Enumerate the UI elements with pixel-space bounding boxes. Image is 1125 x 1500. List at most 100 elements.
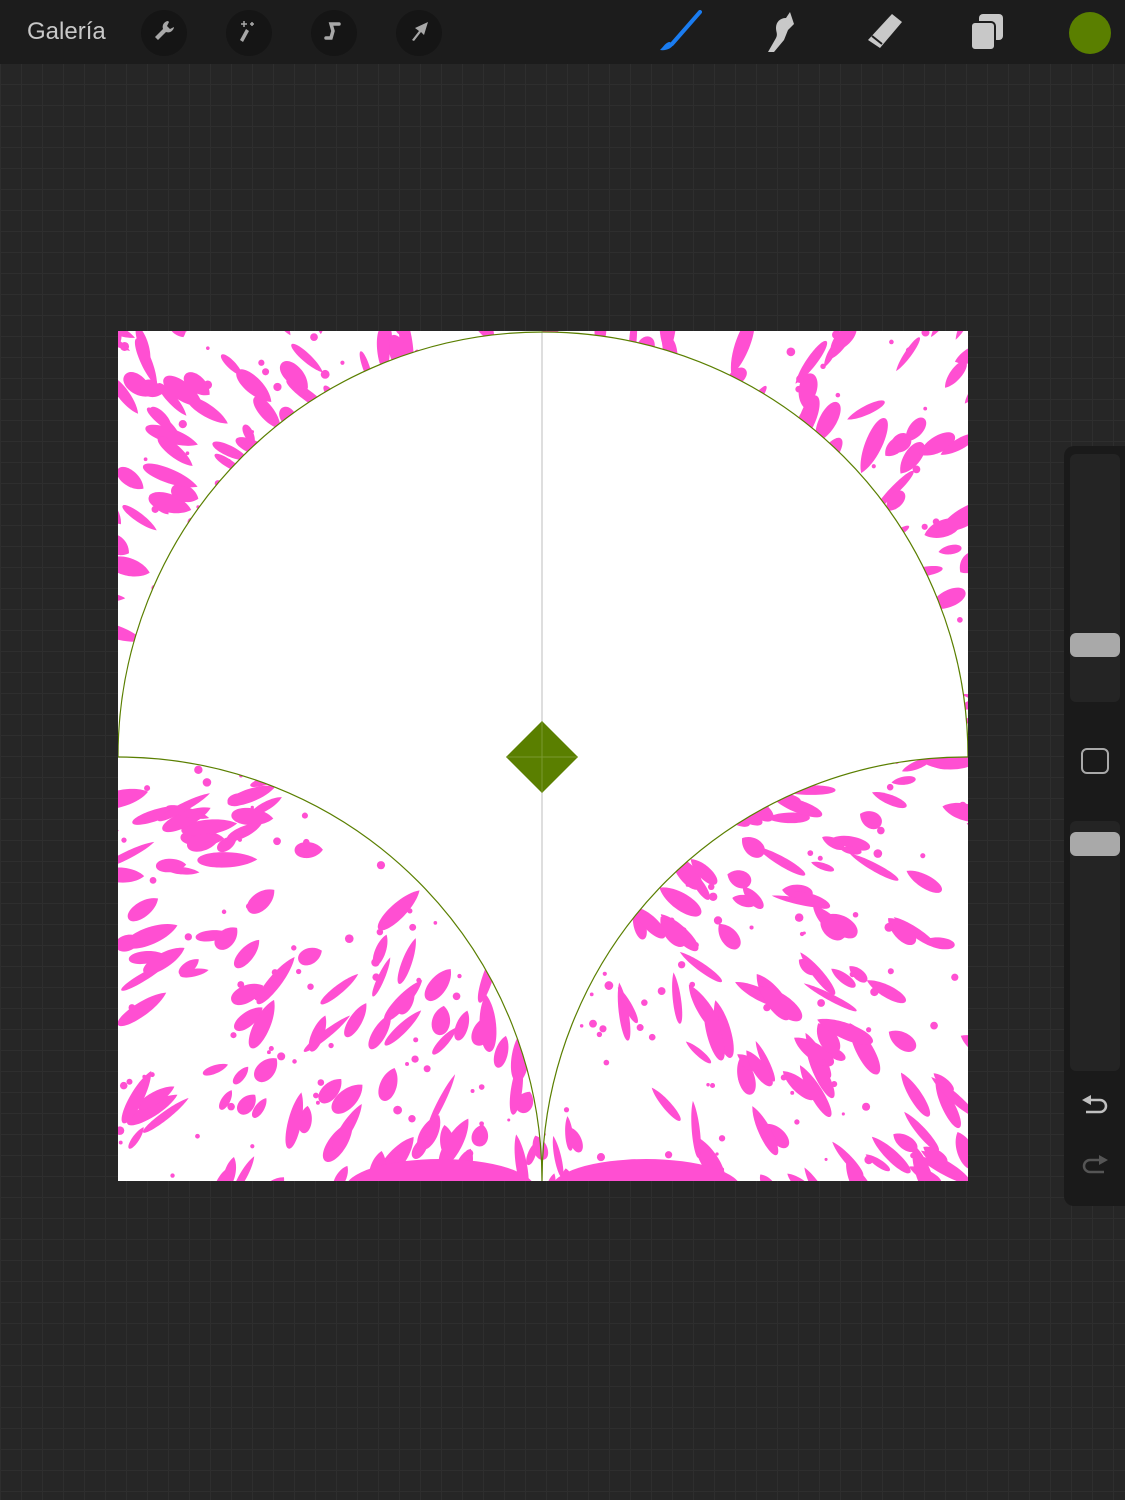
dot [277, 1052, 286, 1061]
dot [579, 1024, 584, 1028]
dot [250, 1144, 255, 1149]
eraser-button[interactable] [862, 12, 906, 56]
dot [237, 981, 245, 988]
dot [411, 1055, 419, 1063]
dot [121, 837, 127, 843]
dot [292, 1059, 297, 1064]
dot [807, 850, 814, 857]
dot [889, 339, 894, 345]
redo-button[interactable] [1080, 1154, 1110, 1185]
dot [884, 922, 894, 932]
selection-button[interactable] [311, 10, 357, 56]
dot [910, 1152, 916, 1159]
dot [718, 1135, 726, 1142]
dot [230, 1032, 237, 1039]
dot [195, 1133, 200, 1139]
brush-size-slider[interactable] [1070, 454, 1120, 702]
dot [273, 837, 281, 846]
gallery-button[interactable]: Galería [27, 18, 106, 46]
dot [604, 981, 614, 990]
opacity-thumb[interactable] [1070, 832, 1120, 857]
dot [372, 973, 380, 981]
dot [641, 999, 648, 1006]
dot [457, 973, 462, 979]
layers-icon [965, 10, 1009, 59]
top-toolbar: Galería [0, 0, 1125, 64]
dot [710, 1082, 716, 1089]
dot [143, 457, 148, 462]
dot [433, 921, 438, 925]
dot [376, 861, 386, 870]
dot [790, 1090, 795, 1095]
dot [603, 1059, 610, 1066]
dot [862, 1102, 871, 1111]
dot [344, 934, 354, 943]
actions-button[interactable] [141, 10, 187, 56]
dot [258, 359, 265, 366]
smudge-button[interactable] [760, 10, 804, 59]
sidebar [1064, 446, 1125, 1206]
dot [657, 987, 666, 995]
dot [470, 1089, 475, 1094]
dot [307, 983, 314, 990]
dot [303, 838, 310, 846]
dot [452, 992, 461, 1001]
dot [273, 382, 282, 392]
dot [871, 464, 876, 469]
dot [409, 923, 417, 931]
dot [866, 1027, 872, 1033]
dot [905, 347, 913, 354]
dot [790, 816, 797, 823]
dot [596, 1031, 603, 1038]
dot [250, 430, 255, 434]
dot [118, 1140, 123, 1145]
dot [507, 1118, 511, 1122]
color-picker-button[interactable] [1069, 12, 1111, 54]
adjustments-button[interactable] [226, 10, 272, 56]
brush-size-thumb[interactable] [1070, 633, 1120, 658]
dot [706, 1082, 710, 1087]
dot [648, 1033, 656, 1041]
dot [151, 505, 159, 513]
dot [267, 1050, 271, 1055]
drawing-canvas[interactable] [118, 331, 968, 1181]
dot [144, 785, 151, 792]
dot [170, 1173, 175, 1178]
dot [227, 1102, 235, 1111]
dot [664, 1151, 673, 1159]
dot [835, 392, 841, 398]
dot [276, 972, 283, 979]
wrench-icon [152, 19, 176, 48]
dot [817, 855, 823, 861]
dot [423, 1065, 431, 1073]
dot [713, 916, 723, 925]
dot [315, 1100, 320, 1105]
dot [596, 1153, 606, 1162]
dot [824, 1157, 828, 1161]
undo-icon [1080, 1095, 1110, 1124]
dot [685, 882, 690, 887]
dot [119, 1081, 128, 1090]
layers-button[interactable] [965, 12, 1009, 56]
brush-button[interactable] [658, 9, 702, 56]
redo-icon [1080, 1155, 1110, 1184]
dot [563, 1107, 570, 1113]
dot [912, 465, 921, 474]
dot [958, 801, 967, 810]
dot [371, 958, 380, 967]
dot [602, 971, 607, 976]
dot [870, 987, 879, 997]
eraser-icon [862, 10, 906, 59]
opacity-slider[interactable] [1070, 821, 1120, 1071]
dot [202, 778, 212, 787]
dot [254, 994, 261, 1001]
undo-button[interactable] [1080, 1094, 1110, 1125]
dot [194, 765, 203, 775]
smudge-icon [760, 10, 804, 59]
dot [328, 1042, 334, 1049]
dot [923, 406, 928, 411]
dot [864, 1155, 874, 1165]
transform-button[interactable] [396, 10, 442, 56]
dot [178, 419, 187, 429]
modify-button[interactable] [1081, 748, 1109, 774]
